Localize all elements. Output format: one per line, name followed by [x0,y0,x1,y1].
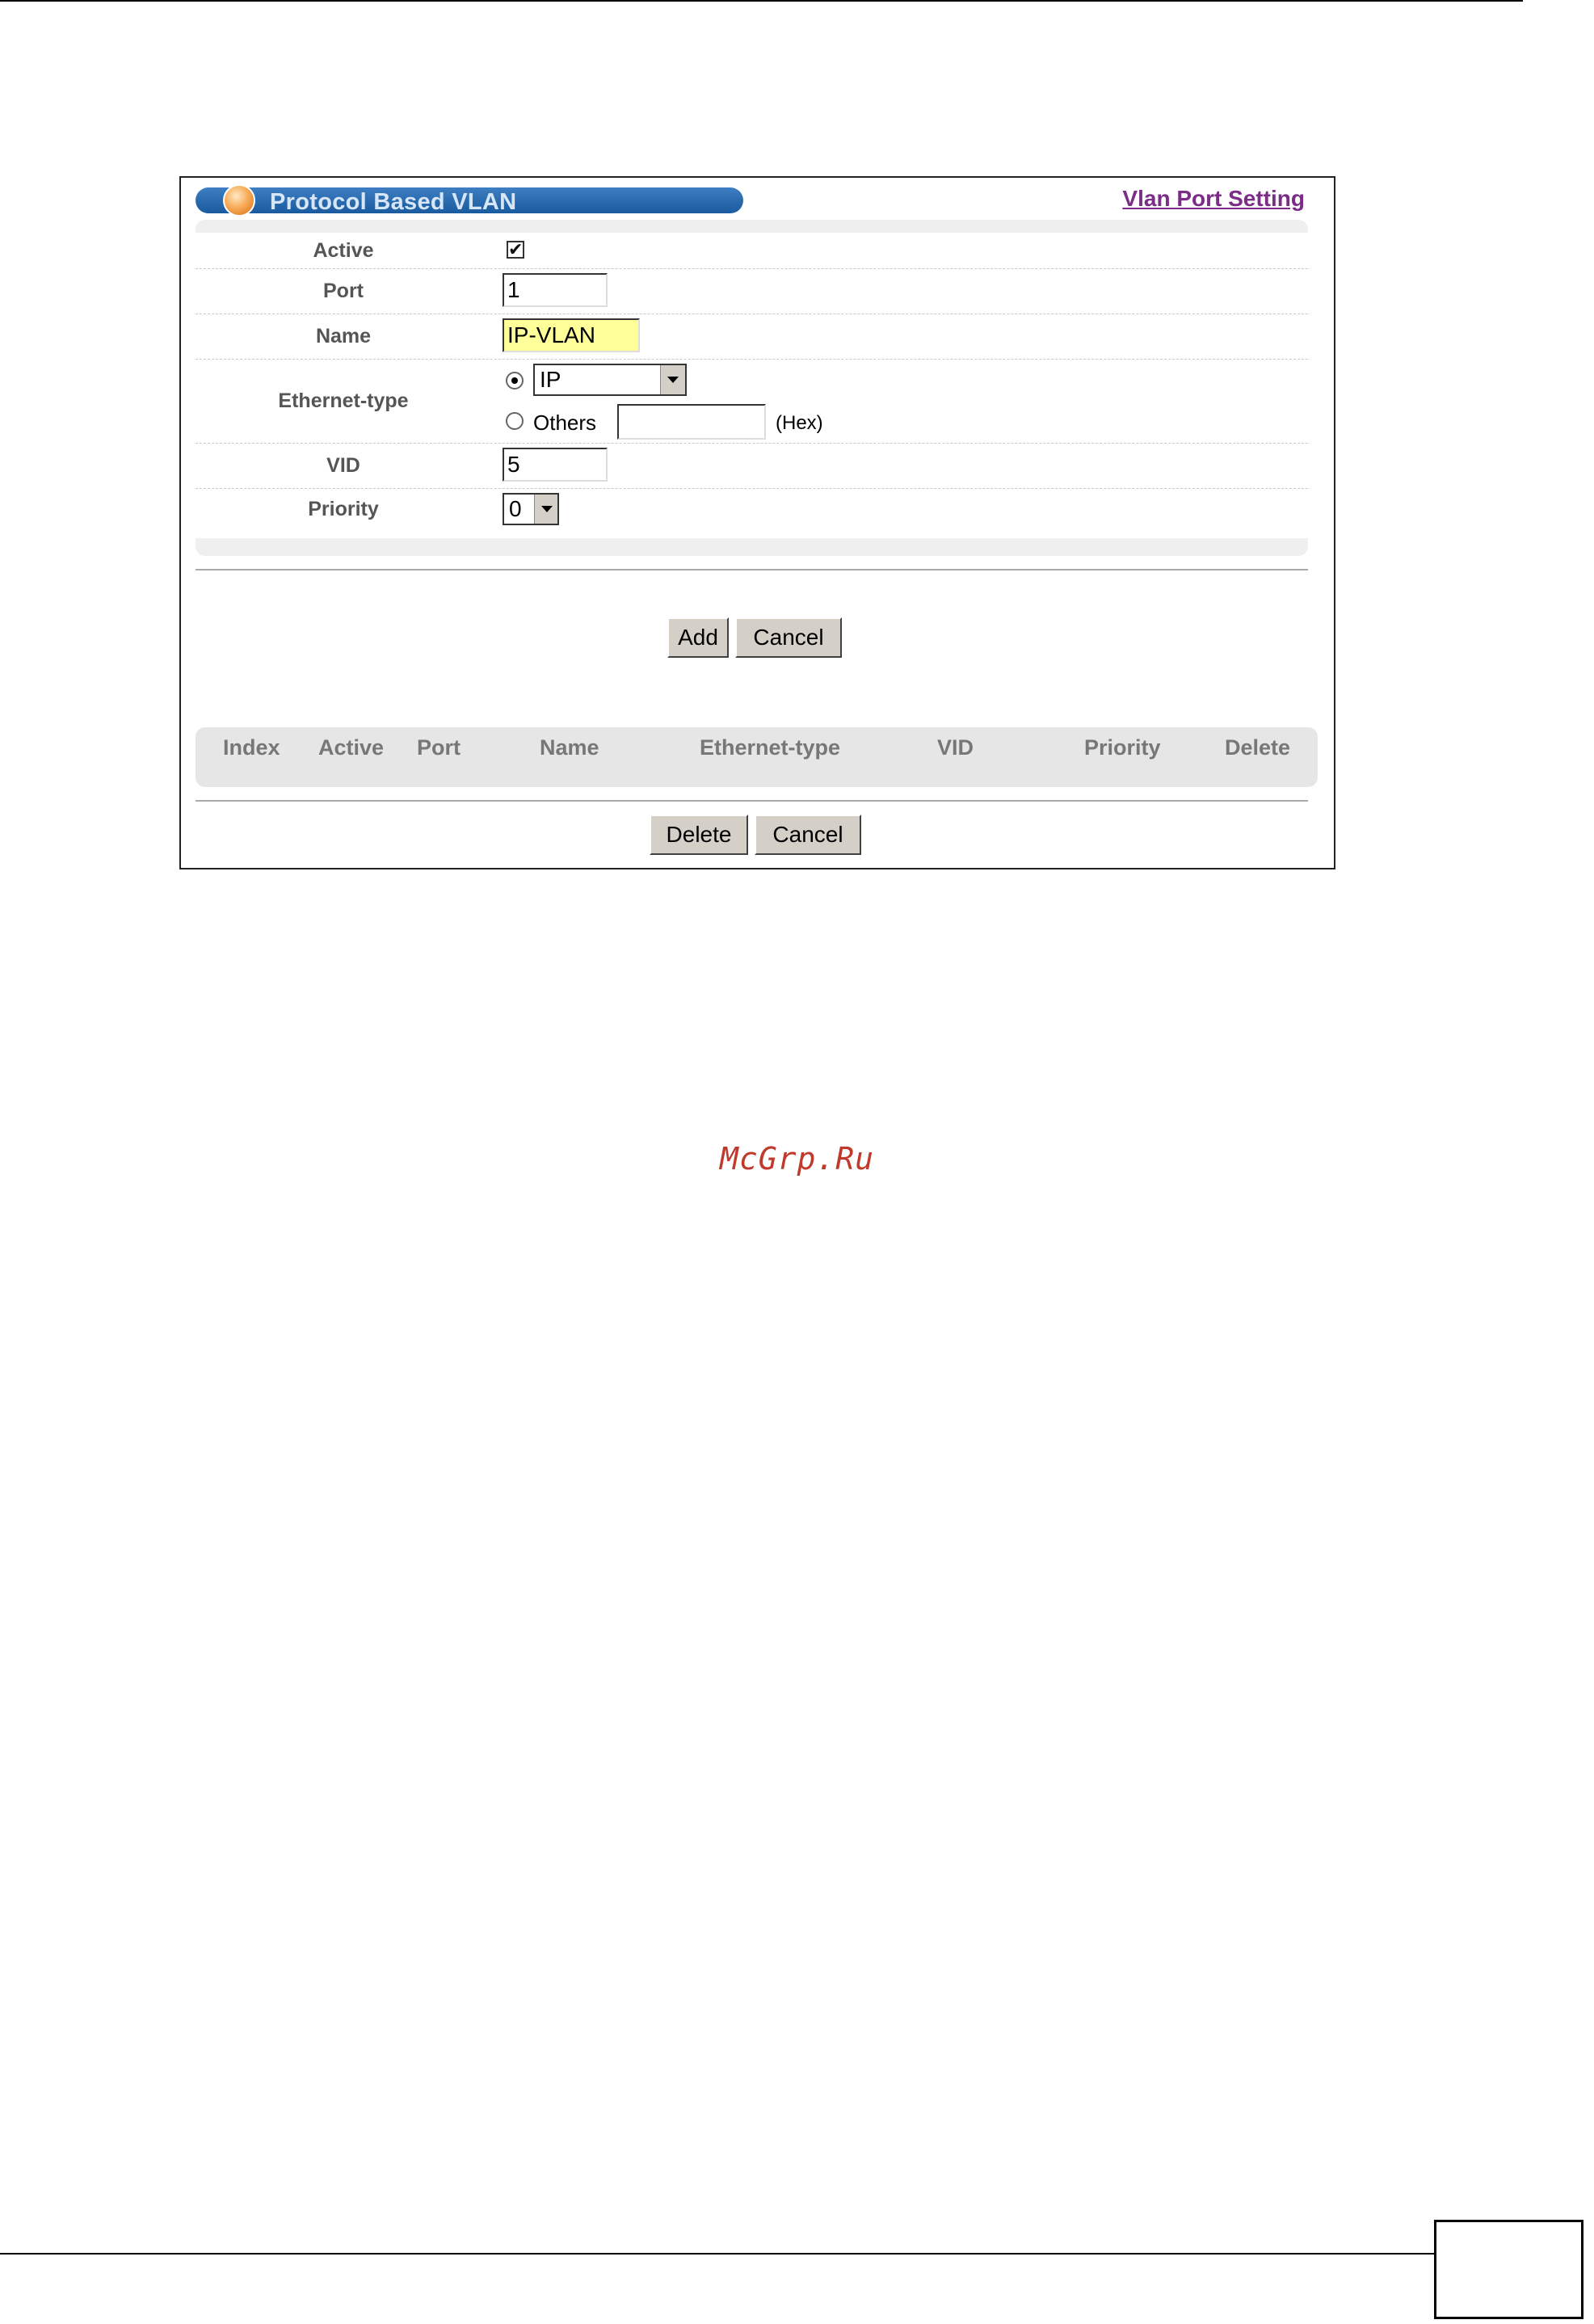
vlan-port-setting-link[interactable]: Vlan Port Setting [1122,186,1305,212]
priority-row: Priority 0 [196,488,1308,532]
vlan-form: Active ✔ Port 1 Name IP-VLAN Ethernet-ty… [196,233,1308,538]
ethertype-others-radio[interactable] [506,412,524,430]
active-row: Active ✔ [196,233,1308,269]
others-label: Others [533,410,597,435]
panel-title-bar: Protocol Based VLAN [196,184,743,217]
hex-label: (Hex) [776,412,823,434]
priority-label: Priority [308,498,379,520]
column-vid: VID [937,735,974,760]
add-button[interactable]: Add [667,617,729,658]
others-hex-input[interactable] [617,404,766,440]
priority-select[interactable]: 0 [503,493,559,525]
cancel-button[interactable]: Cancel [735,617,842,658]
ethertype-select-value: IP [540,367,561,392]
ethertype-ip-radio[interactable] [506,372,524,389]
page-top-rule [0,0,1523,2]
column-index: Index [223,735,280,760]
ethertype-label: Ethernet-type [278,389,409,412]
page-number-box [1434,2220,1583,2319]
port-label: Port [323,280,364,302]
column-port: Port [417,735,461,760]
active-checkbox[interactable]: ✔ [507,241,524,259]
priority-select-value: 0 [509,496,522,521]
orb-icon [223,184,255,217]
vid-input[interactable]: 5 [503,448,608,482]
column-name: Name [540,735,599,760]
column-delete: Delete [1225,735,1291,760]
vlan-table-header: Index Active Port Name Ethernet-type VID… [196,727,1318,787]
column-active: Active [318,735,385,760]
name-row: Name IP-VLAN [196,314,1308,360]
table-divider [196,800,1308,802]
active-label: Active [313,239,374,262]
form-divider [196,569,1308,570]
chevron-down-icon [660,365,685,394]
port-row: Port 1 [196,268,1308,314]
page-bottom-rule [0,2253,1438,2255]
column-priority: Priority [1084,735,1161,760]
port-input[interactable]: 1 [503,273,608,307]
watermark-text: McGrp.Ru [719,1141,875,1177]
ethertype-row: Ethernet-type IP Others (Hex) [196,359,1308,444]
delete-button[interactable]: Delete [650,815,748,855]
chevron-down-icon [534,495,557,524]
column-ethertype: Ethernet-type [700,735,841,760]
cancel-delete-button[interactable]: Cancel [755,815,861,855]
protocol-vlan-panel: Protocol Based VLAN Vlan Port Setting Ac… [179,176,1335,869]
name-input[interactable]: IP-VLAN [503,318,640,352]
vid-label: VID [326,454,360,477]
name-label: Name [315,325,372,347]
panel-title: Protocol Based VLAN [270,189,517,215]
vid-row: VID 5 [196,443,1308,489]
ethertype-select[interactable]: IP [533,364,687,396]
